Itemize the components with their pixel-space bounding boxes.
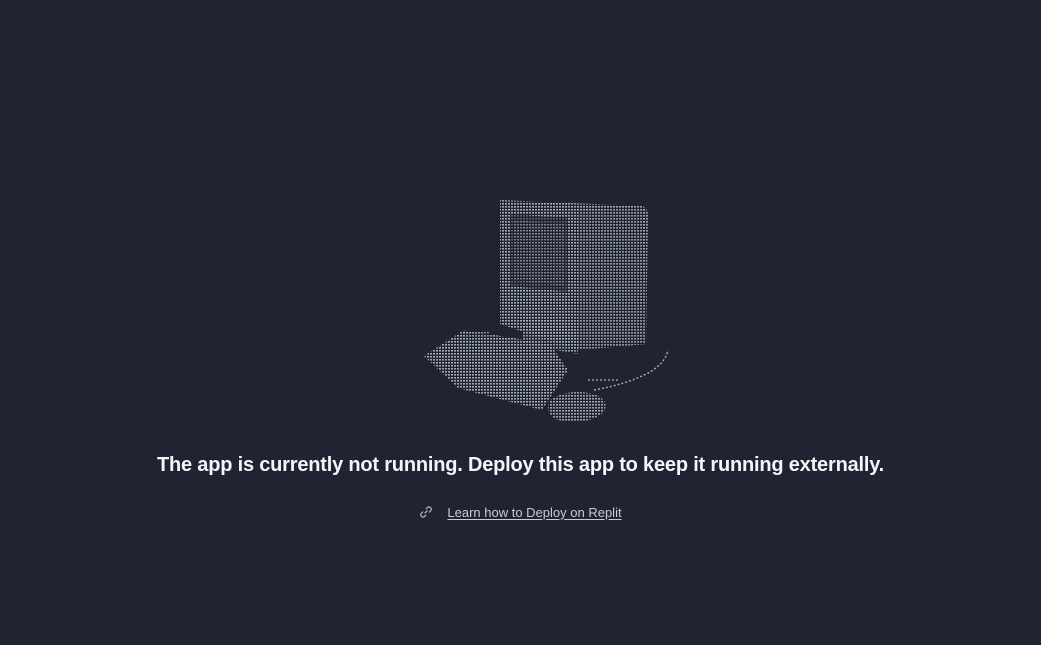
- deploy-link-row: Learn how to Deploy on Replit: [0, 502, 1041, 522]
- not-running-message: The app is currently not running. Deploy…: [156, 454, 885, 476]
- link-icon: [419, 505, 433, 519]
- ascii-computer-icon: [418, 194, 678, 426]
- learn-deploy-link[interactable]: Learn how to Deploy on Replit: [447, 505, 621, 520]
